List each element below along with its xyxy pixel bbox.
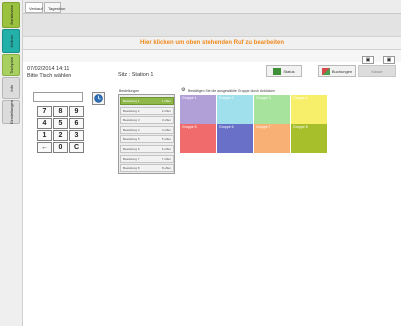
status-icon: [273, 67, 282, 75]
list-item[interactable]: Bestellung 6 6 offen: [120, 145, 174, 153]
status-button-label: Status: [283, 68, 295, 74]
list-item[interactable]: Bestellung 3 3 offen: [120, 116, 174, 125]
keypad-key[interactable]: 1: [37, 130, 52, 141]
status-button[interactable]: Status: [266, 65, 302, 77]
order-row-label: Bestellung 3: [123, 118, 140, 123]
side-tab-label: Info: [8, 84, 14, 92]
order-row-value: 8 offen: [161, 166, 171, 171]
top-tab-bar: Verkauf Tagesbon: [23, 0, 401, 14]
keypad-key[interactable]: 4: [37, 118, 52, 129]
order-list: Bestellung 11 offen Bestellung 22 offen Be…: [118, 94, 175, 174]
keypad-key[interactable]: 3: [69, 130, 84, 141]
order-row-label: Bestellung 8: [123, 166, 140, 171]
group-button[interactable]: Gruppe 4: [291, 95, 327, 124]
order-row-value: 1 offen: [161, 99, 171, 103]
order-row-label: Bestellung 4: [123, 127, 140, 132]
datetime-block: 07/02/2014 14:11 Bitte Tisch wählen: [27, 66, 71, 80]
order-row-value: 6 offen: [161, 147, 171, 151]
group-button[interactable]: Gruppe 5: [180, 124, 216, 153]
side-tab-settings[interactable]: Einstellungen: [2, 100, 20, 124]
tab-tagesbon[interactable]: Tagesbon: [44, 2, 65, 13]
list-item[interactable]: Bestellung 8 8 offen: [120, 164, 174, 173]
keypad-key[interactable]: 2: [53, 130, 68, 141]
list-item[interactable]: Bestellung 7 7 offen: [120, 154, 174, 163]
order-row-label: Bestellung 1: [123, 99, 140, 103]
keypad-key[interactable]: C: [69, 142, 84, 153]
order-row-label: Bestellung 6: [123, 147, 140, 151]
print-copy-button[interactable]: ▣: [383, 56, 395, 64]
order-row-value: 5 offen: [161, 137, 171, 142]
accounts-button[interactable]: Buchungen: [318, 65, 356, 77]
order-row-value: 2 offen: [161, 108, 171, 113]
side-tab-kellner[interactable]: Kellner: [2, 29, 20, 53]
keypad-key[interactable]: 7: [37, 106, 52, 117]
printer-icon: ▣: [365, 57, 371, 63]
gear-icon[interactable]: ⚙: [181, 87, 185, 93]
order-row-value: 3 offen: [161, 118, 171, 123]
seat-station-label: Sitz : Station 1: [118, 72, 154, 78]
group-button[interactable]: Gruppe 3: [254, 95, 290, 124]
order-row-value: 7 offen: [161, 156, 171, 161]
clock-button[interactable]: [92, 92, 105, 105]
list-item[interactable]: Bestellung 4 4 offen: [120, 125, 174, 134]
side-tab-strip: Bankkasse Kellner Tischplan Info Einstel…: [0, 0, 23, 326]
clock-icon: [94, 94, 103, 103]
group-grid-caption: Bestätigen Sie die ausgewählte Gruppe du…: [188, 89, 275, 93]
group-button[interactable]: Gruppe 7: [254, 124, 290, 153]
group-button[interactable]: Gruppe 1: [180, 95, 216, 124]
group-button[interactable]: Gruppe 2: [217, 95, 253, 124]
side-tab-bankkasse[interactable]: Bankkasse: [2, 2, 20, 28]
keypad-key[interactable]: 5: [53, 118, 68, 129]
accounts-button-label: Buchungen: [331, 68, 353, 74]
order-row-label: Bestellung 7: [123, 156, 140, 161]
header-band: [23, 14, 401, 36]
side-tab-label: Tischplan: [8, 56, 14, 74]
pay-button[interactable]: Kasse: [358, 65, 396, 77]
list-item[interactable]: Bestellung 1 1 offen: [120, 97, 174, 105]
sub-header-band: [23, 50, 401, 62]
order-row-label: Bestellung 2: [123, 108, 140, 113]
side-tab-label: Einstellungen: [8, 99, 14, 125]
call-notification-bar[interactable]: Hier klicken um oben stehenden Ruf zu be…: [23, 36, 401, 50]
keypad-key[interactable]: 9: [69, 106, 84, 117]
pay-button-label: Kasse: [371, 68, 383, 74]
group-button[interactable]: Gruppe 6: [217, 124, 253, 153]
current-datetime: 07/02/2014 14:11: [27, 66, 70, 72]
order-row-value: 4 offen: [161, 127, 171, 132]
side-tab-info[interactable]: Info: [2, 77, 20, 99]
list-item[interactable]: Bestellung 2 2 offen: [120, 106, 174, 115]
accounts-icon: [321, 67, 330, 75]
order-row-label: Bestellung 5: [123, 137, 140, 142]
number-display-input[interactable]: [33, 92, 83, 102]
order-list-header: Bestellungen: [119, 89, 140, 93]
print-button[interactable]: ▣: [362, 56, 374, 64]
user-label: Bitte Tisch wählen: [27, 73, 72, 79]
group-button[interactable]: Gruppe 8: [291, 124, 327, 153]
tab-verkauf[interactable]: Verkauf: [25, 2, 43, 13]
keypad-key[interactable]: ←: [37, 142, 52, 153]
side-tab-tischplan[interactable]: Tischplan: [2, 54, 20, 76]
keypad-key[interactable]: 0: [53, 142, 68, 153]
printer-icon: ▣: [386, 57, 392, 63]
side-tab-label: Bankkasse: [8, 5, 14, 25]
keypad-key[interactable]: 6: [69, 118, 84, 129]
side-tab-label: Kellner: [8, 34, 14, 48]
list-item[interactable]: Bestellung 5 5 offen: [120, 135, 174, 144]
keypad-key[interactable]: 8: [53, 106, 68, 117]
